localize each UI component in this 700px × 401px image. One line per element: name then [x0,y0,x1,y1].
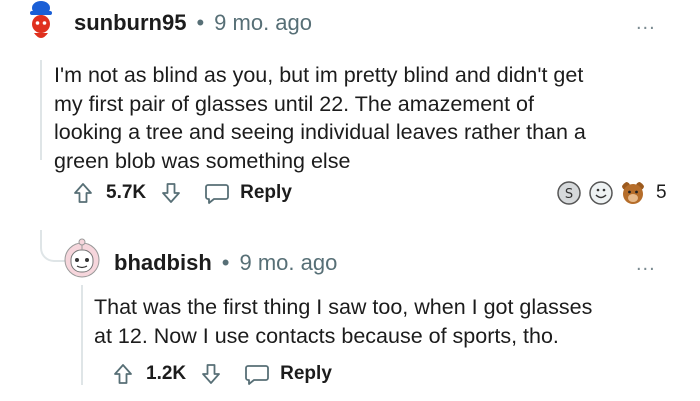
awards-row[interactable]: S 5 [556,180,667,206]
downvote-icon[interactable] [160,181,182,205]
reply-bubble-icon [245,365,270,385]
comment-header: bhadbish • 9 mo. ago [114,250,337,276]
thread-line-reply [81,285,83,385]
vote-count: 1.2K [146,363,187,384]
svg-text:S: S [565,187,573,202]
comment-body: I'm not as blind as you, but im pretty b… [54,61,694,175]
username[interactable]: sunburn95 [74,10,186,36]
vote-count: 5.7K [106,182,147,203]
action-bar: 5.7K Reply [72,181,292,205]
reply-button[interactable]: Reply [204,181,292,205]
timestamp[interactable]: 9 mo. ago [239,250,337,276]
reply-bubble-icon [205,184,230,204]
helpful-award-icon [589,181,613,205]
separator-dot: • [196,10,205,35]
username[interactable]: bhadbish [114,250,212,276]
thread-line-main [40,60,42,160]
comment-line: at 12. Now I use contacts because of spo… [94,323,559,348]
comment-line: I'm not as blind as you, but im pretty b… [54,63,584,87]
user-avatar-icon[interactable] [26,0,56,44]
upvote-icon[interactable] [72,181,94,205]
timestamp[interactable]: 9 mo. ago [214,10,312,36]
comment-body: That was the first thing I saw too, when… [94,293,694,350]
reply-label: Reply [240,182,292,203]
comment-line: green blob was something else [54,148,351,173]
awards-count: 5 [656,182,667,203]
more-options-button[interactable]: ... [636,253,656,276]
bear-award-icon [622,182,644,204]
comment-header: sunburn95 • 9 mo. ago [74,10,312,36]
reply-button[interactable]: Reply [244,362,332,386]
separator-dot: • [221,250,230,275]
downvote-icon[interactable] [200,362,222,386]
reply-label: Reply [280,363,332,384]
more-options-button[interactable]: ... [636,12,656,35]
silver-award-icon: S [557,181,581,205]
upvote-icon[interactable] [112,362,134,386]
user-avatar-icon[interactable] [62,236,102,282]
comment-line: That was the first thing I saw too, when… [94,295,593,319]
comment-line: my first pair of glasses until 22. The a… [54,91,534,116]
comment-line: looking a tree and seeing individual lea… [54,120,586,144]
action-bar: 1.2K Reply [112,362,332,386]
